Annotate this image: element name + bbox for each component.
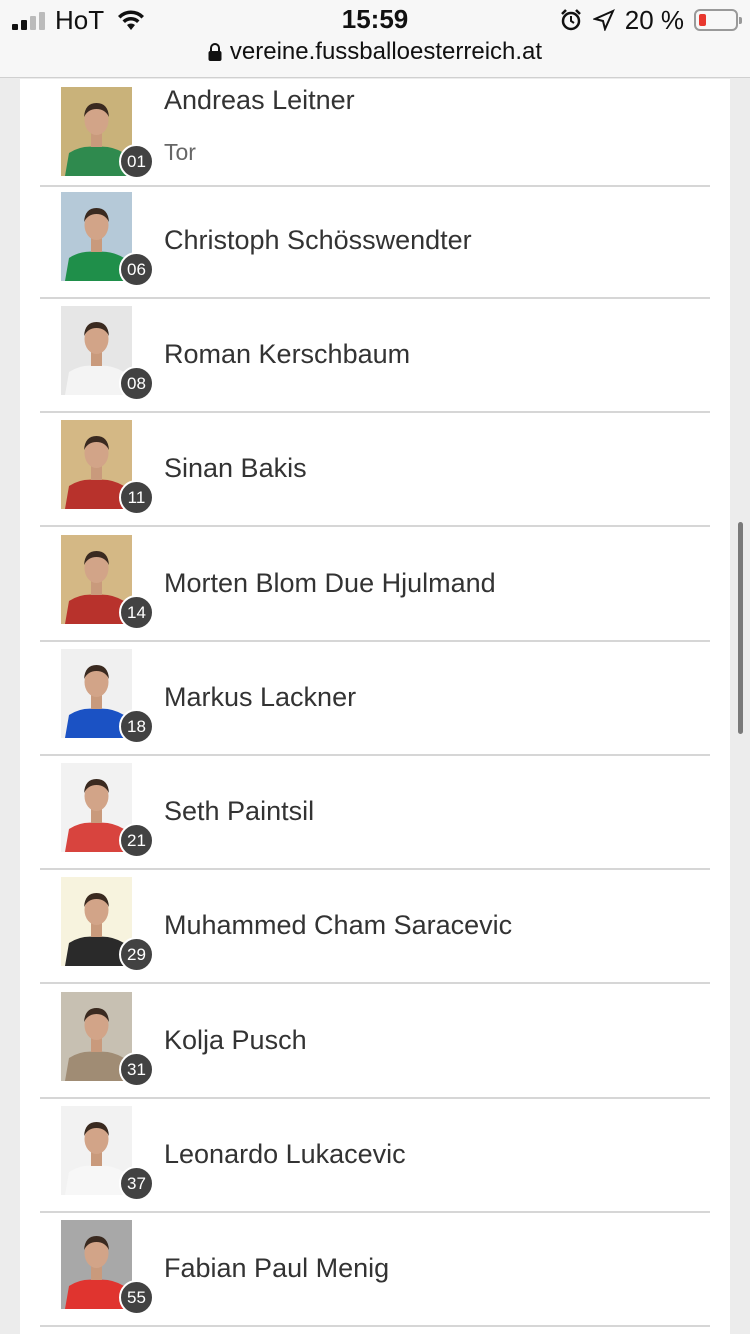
- player-row[interactable]: 11 Sinan Bakis: [40, 413, 710, 527]
- status-right: 20 %: [559, 4, 742, 35]
- location-arrow-icon: [592, 9, 615, 31]
- player-name: Seth Paintsil: [164, 796, 315, 826]
- player-name: Morten Blom Due Hjulmand: [164, 568, 496, 598]
- jersey-number-badge: 08: [119, 366, 154, 401]
- alarm-icon: [560, 9, 581, 31]
- battery-fill: [699, 14, 706, 26]
- player-row[interactable]: 21 Seth Paintsil: [40, 756, 710, 870]
- player-name: Markus Lackner: [164, 682, 357, 712]
- player-row[interactable]: 08 Roman Kerschbaum: [40, 299, 710, 413]
- player-row[interactable]: 37 Leonardo Lukacevic: [40, 1099, 710, 1213]
- address-bar[interactable]: vereine.fussballoesterreich.at: [0, 38, 750, 66]
- player-name: Kolja Pusch: [164, 1025, 307, 1055]
- player-list: 01 Andreas Leitner Tor 06 Christoph Schösswe…: [20, 79, 730, 1334]
- player-name: Sinan Bakis: [164, 453, 307, 483]
- player-name: Leonardo Lukacevic: [164, 1139, 406, 1169]
- jersey-number-badge: 18: [119, 709, 154, 744]
- player-row[interactable]: 06 Christoph Schösswendter: [40, 185, 710, 299]
- player-name: Andreas Leitner: [164, 85, 355, 115]
- player-name: Fabian Paul Menig: [164, 1253, 390, 1283]
- player-name: Muhammed Cham Saracevic: [164, 910, 513, 940]
- player-row[interactable]: 01 Andreas Leitner Tor: [40, 79, 710, 187]
- scrollbar[interactable]: [738, 522, 743, 734]
- player-row[interactable]: 14 Morten Blom Due Hjulmand: [40, 528, 710, 642]
- lock-icon: [208, 43, 222, 61]
- url-text: vereine.fussballoesterreich.at: [229, 38, 543, 65]
- player-row[interactable]: 31 Kolja Pusch: [40, 985, 710, 1099]
- jersey-number-badge: 11: [119, 480, 154, 515]
- player-row[interactable]: 55 Fabian Paul Menig: [40, 1213, 710, 1327]
- jersey-number-badge: 01: [119, 144, 154, 179]
- jersey-number-badge: 06: [119, 252, 154, 287]
- jersey-number-badge: 14: [119, 595, 154, 630]
- jersey-number-badge: 29: [119, 937, 154, 972]
- jersey-number-badge: 37: [119, 1166, 154, 1201]
- ios-status-bar: HoT 15:59 20 % vereine.fussballoesterrei…: [0, 0, 750, 78]
- jersey-number-badge: 31: [119, 1052, 154, 1087]
- player-name: Roman Kerschbaum: [164, 339, 411, 369]
- battery-icon: [694, 9, 742, 31]
- jersey-number-badge: 55: [119, 1280, 154, 1315]
- player-row[interactable]: 18 Markus Lackner: [40, 642, 710, 756]
- player-position: Tor: [164, 139, 196, 165]
- player-row[interactable]: 29 Muhammed Cham Saracevic: [40, 870, 710, 984]
- battery-percent: 20 %: [624, 4, 684, 35]
- jersey-number-badge: 21: [119, 823, 154, 858]
- player-name: Christoph Schösswendter: [164, 225, 472, 255]
